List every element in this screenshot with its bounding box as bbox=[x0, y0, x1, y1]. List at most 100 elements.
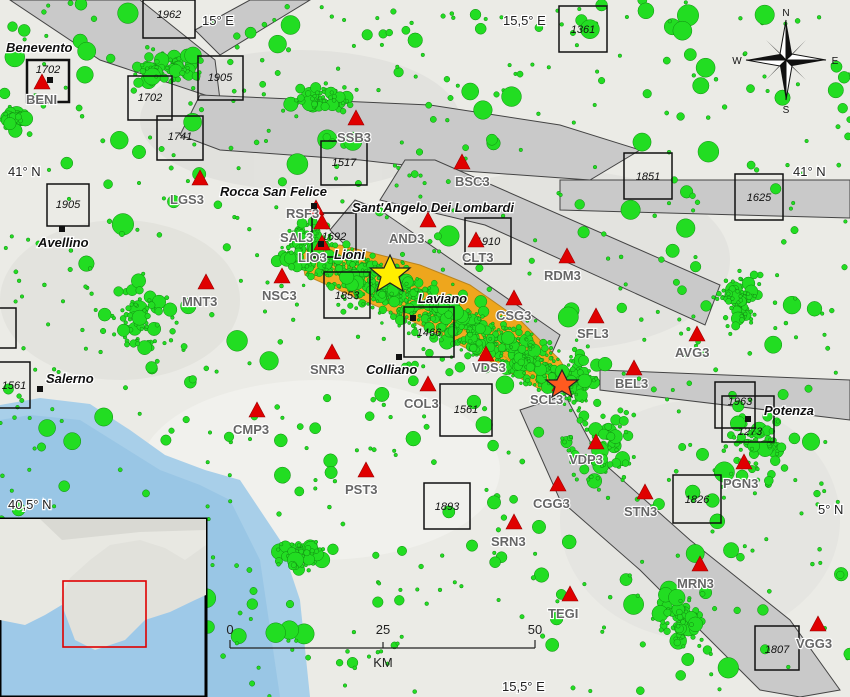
epicenter-dot bbox=[342, 683, 348, 688]
epicenter-dot bbox=[336, 302, 341, 307]
epicenter-dot bbox=[440, 13, 446, 19]
epicenter-dot bbox=[562, 439, 568, 445]
epicenter-dot bbox=[495, 527, 501, 533]
station-label: LIO3 bbox=[298, 250, 327, 265]
epicenter-dot bbox=[678, 443, 687, 451]
epicenter-dot bbox=[680, 634, 685, 639]
epicenter-dot bbox=[519, 458, 526, 465]
epicenter-dot bbox=[593, 398, 602, 407]
compass-e: E bbox=[832, 56, 839, 67]
epicenter-dot bbox=[738, 298, 744, 303]
epicenter-dot bbox=[437, 587, 443, 593]
epicenter-dot bbox=[133, 302, 138, 307]
epicenter-dot bbox=[274, 466, 291, 484]
epicenter-dot bbox=[407, 32, 423, 48]
epicenter-dot bbox=[691, 73, 696, 78]
scale-tick-25: 25 bbox=[376, 622, 390, 637]
epicenter-dot bbox=[700, 300, 712, 312]
epicenter-dot bbox=[755, 467, 760, 472]
epicenter-dot bbox=[117, 2, 139, 24]
epicenter-dot bbox=[274, 70, 281, 76]
epicenter-dot bbox=[725, 324, 730, 329]
epicenter-dot bbox=[19, 294, 25, 299]
epicenter-dot bbox=[17, 24, 31, 37]
epicenter-dot bbox=[469, 343, 478, 353]
epicenter-dot bbox=[735, 289, 740, 294]
epicenter-dot bbox=[309, 548, 315, 554]
epicenter-dot bbox=[458, 323, 465, 330]
epicenter-dot bbox=[541, 344, 549, 352]
epicenter-dot bbox=[304, 264, 310, 269]
epicenter-dot bbox=[284, 4, 290, 10]
epicenter-dot bbox=[655, 309, 660, 314]
epicenter-dot bbox=[244, 26, 257, 39]
epicenter-dot bbox=[691, 208, 696, 213]
epicenter-dot bbox=[522, 371, 527, 375]
epicenter-dot bbox=[730, 279, 735, 284]
epicenter-dot bbox=[480, 314, 485, 319]
epicenter-dot bbox=[496, 597, 501, 603]
scale-unit: KM bbox=[373, 655, 393, 670]
epicenter-dot bbox=[388, 414, 393, 420]
epicenter-dot bbox=[556, 357, 560, 362]
epicenter-dot bbox=[663, 627, 671, 635]
epicenter-dot bbox=[547, 340, 553, 346]
epicenter-dot bbox=[333, 176, 339, 181]
epicenter-dot bbox=[63, 85, 68, 90]
epicenter-dot bbox=[699, 590, 706, 597]
epicenter-dot bbox=[156, 232, 163, 238]
epicenter-dot bbox=[618, 416, 629, 426]
epicenter-dot bbox=[425, 348, 434, 358]
epicenter-dot bbox=[549, 345, 554, 351]
station-label: RDM3 bbox=[544, 268, 581, 283]
epicenter-dot bbox=[440, 267, 446, 272]
epicenter-dot bbox=[279, 542, 284, 547]
epicenter-dot bbox=[145, 45, 150, 50]
epicenter-dot bbox=[576, 408, 581, 413]
epicenter-dot bbox=[423, 423, 430, 430]
epicenter-dot bbox=[605, 495, 611, 501]
epicenter-dot bbox=[162, 341, 167, 346]
epicenter-dot bbox=[416, 318, 421, 322]
epicenter-dot bbox=[50, 407, 55, 412]
epicenter-dot bbox=[560, 436, 565, 441]
epicenter-dot bbox=[487, 495, 501, 510]
epicenter-dot bbox=[642, 89, 652, 99]
epicenter-dot bbox=[474, 295, 488, 308]
epicenter-dot bbox=[339, 108, 347, 115]
grid-lon-155-top: 15,5° E bbox=[503, 13, 546, 28]
town-avellino: Avellino bbox=[37, 235, 89, 250]
epicenter-dot bbox=[379, 42, 384, 47]
epicenter-dot bbox=[151, 47, 156, 52]
epicenter-dot bbox=[165, 65, 170, 71]
epicenter-dot bbox=[510, 326, 517, 333]
epicenter-dot bbox=[820, 311, 825, 316]
epicenter-dot bbox=[247, 227, 252, 232]
epicenter-dot bbox=[276, 562, 281, 567]
epicenter-dot bbox=[568, 408, 573, 413]
epicenter-dot bbox=[752, 293, 757, 299]
epicenter-dot bbox=[312, 234, 317, 239]
epicenter-dot bbox=[180, 343, 188, 350]
epicenter-dot bbox=[234, 641, 239, 646]
station-label: MNT3 bbox=[182, 294, 217, 309]
epicenter-dot bbox=[130, 87, 137, 94]
epicenter-dot bbox=[274, 404, 280, 410]
epicenter-dot bbox=[16, 278, 22, 283]
epicenter-dot bbox=[0, 420, 3, 426]
epicenter-dot bbox=[597, 356, 613, 372]
station-label: NSC3 bbox=[262, 288, 297, 303]
epicenter-dot bbox=[447, 95, 454, 101]
epicenter-dot bbox=[27, 467, 32, 472]
epicenter-dot bbox=[639, 317, 644, 322]
epicenter-dot bbox=[749, 320, 754, 325]
epicenter-dot bbox=[227, 58, 234, 66]
epicenter-dot bbox=[42, 282, 47, 288]
epicenter-dot bbox=[305, 654, 311, 661]
epicenter-dot bbox=[738, 16, 743, 21]
epicenter-dot bbox=[228, 145, 234, 151]
epicenter-dot bbox=[793, 478, 798, 483]
epicenter-dot bbox=[783, 320, 789, 326]
epicenter-dot bbox=[144, 324, 149, 329]
station-label: PST3 bbox=[345, 482, 378, 497]
